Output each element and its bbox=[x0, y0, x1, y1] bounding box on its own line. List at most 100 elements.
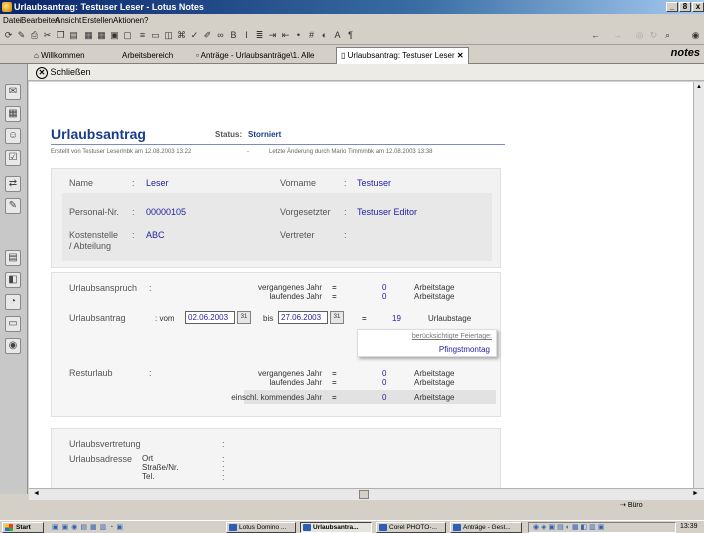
bookmark-bar: ✉ ▦ ☺ ☑ ⇄ ✎ ▤ ◧ ◔ ▭ ◉ bbox=[0, 64, 28, 494]
personal-nr-value: 00000105 bbox=[146, 207, 187, 217]
help-icon[interactable]: ◉ bbox=[690, 30, 701, 41]
paste-icon[interactable]: ▤ bbox=[68, 30, 79, 41]
anspruch-laufendes-value: 0 bbox=[382, 292, 387, 301]
tab-willkommen[interactable]: ⌂ Willkommen bbox=[30, 48, 89, 63]
bullet-icon[interactable]: • bbox=[293, 30, 304, 41]
system-tray[interactable]: ◉◈▣▤◐▦◧▥▣ bbox=[528, 522, 676, 533]
bookmark-icon[interactable]: ✎ bbox=[5, 198, 21, 214]
mail-icon[interactable]: ✉ bbox=[5, 84, 21, 100]
color-icon[interactable]: ◐ bbox=[319, 30, 330, 41]
page-icon[interactable]: ▭ bbox=[150, 30, 161, 41]
align-icon[interactable]: ≣ bbox=[254, 30, 265, 41]
rest-vergangenes-label: vergangenes Jahr bbox=[257, 369, 322, 378]
forward-arrow-icon[interactable]: → bbox=[612, 30, 623, 41]
calendar-icon[interactable]: ▦ bbox=[5, 106, 21, 122]
window-icon[interactable]: ◫ bbox=[163, 30, 174, 41]
replication-icon[interactable]: ⇄ bbox=[5, 176, 21, 192]
menu-datei[interactable]: Datei bbox=[3, 14, 22, 27]
close-action-button[interactable]: ✕ Schließen bbox=[36, 66, 91, 79]
folder-icon[interactable]: ▭ bbox=[5, 316, 21, 332]
location-indicator[interactable]: ⇢ Büro bbox=[620, 501, 643, 509]
task-antraege[interactable]: Anträge - Gest... bbox=[450, 522, 522, 533]
contacts-icon[interactable]: ☺ bbox=[5, 128, 21, 144]
action-bar: ✕ Schließen bbox=[28, 64, 704, 81]
from-date-input[interactable]: 02.06.2003 bbox=[185, 311, 235, 324]
copy-icon[interactable]: ❐ bbox=[55, 30, 66, 41]
menu-ansicht[interactable]: Ansicht bbox=[55, 14, 81, 27]
maximize-button[interactable]: 8 bbox=[679, 2, 691, 12]
scroll-left-icon[interactable]: ◄ bbox=[33, 490, 40, 497]
menu-help[interactable]: ? bbox=[144, 14, 148, 27]
scroll-up-icon[interactable]: ▲ bbox=[696, 84, 702, 90]
info-separator: - bbox=[247, 149, 249, 155]
vorname-value: Testuser bbox=[357, 178, 392, 188]
stop-icon[interactable]: ◎ bbox=[634, 30, 645, 41]
refresh-icon[interactable]: ⟳ bbox=[3, 30, 14, 41]
close-window-button[interactable]: x bbox=[692, 2, 704, 12]
tab-arbeitsbereich[interactable]: Arbeitsbereich bbox=[118, 48, 177, 63]
table-icon[interactable]: ▦ bbox=[83, 30, 94, 41]
from-date-calendar-button[interactable]: 31 bbox=[237, 311, 251, 324]
list-icon[interactable]: ≡ bbox=[137, 30, 148, 41]
search-icon[interactable]: ⌕ bbox=[662, 30, 673, 41]
horizontal-scroll-thumb[interactable] bbox=[359, 490, 369, 499]
style-icon[interactable]: ¶ bbox=[345, 30, 356, 41]
status-bar: ⇢ Büro bbox=[0, 500, 704, 512]
task-urlaubsantrag[interactable]: Urlaubsantra... bbox=[300, 522, 372, 533]
bold-icon[interactable]: B bbox=[228, 30, 239, 41]
menu-erstellen[interactable]: Erstellen bbox=[82, 14, 113, 27]
databases-icon[interactable]: ◧ bbox=[5, 272, 21, 288]
antrag-eq: = bbox=[362, 314, 367, 323]
tray-icons: ◉◈▣▤◐▦◧▥▣ bbox=[533, 524, 607, 531]
anspruch-vergangenes-label: vergangenes Jahr bbox=[257, 283, 322, 292]
notes-brand: notes bbox=[670, 47, 700, 59]
to-date-calendar-button[interactable]: 31 bbox=[330, 311, 344, 324]
task-lotus-domino[interactable]: Lotus Domino ... bbox=[226, 522, 296, 533]
number-icon[interactable]: # bbox=[306, 30, 317, 41]
menu-bearbeiten[interactable]: Bearbeiten bbox=[21, 14, 60, 27]
personal-nr-colon: : bbox=[132, 207, 135, 217]
quicklaunch-icons[interactable]: ▣▣◉▤▦▥◔▣ bbox=[52, 523, 212, 532]
rest-vergangenes-value: 0 bbox=[382, 369, 387, 378]
spell-icon[interactable]: ✓ bbox=[189, 30, 200, 41]
grid-icon[interactable]: ▦ bbox=[96, 30, 107, 41]
close-circle-icon: ✕ bbox=[36, 67, 48, 79]
history-icon[interactable]: ◔ bbox=[5, 294, 21, 310]
vacation-section: Urlaubsanspruch : vergangenes Jahr = 0 A… bbox=[51, 272, 501, 417]
favorites-icon[interactable]: ▤ bbox=[5, 250, 21, 266]
font-icon[interactable]: A bbox=[332, 30, 343, 41]
scroll-right-icon[interactable]: ► bbox=[692, 490, 699, 497]
to-date-input[interactable]: 27.06.2003 bbox=[278, 311, 328, 324]
task-corel[interactable]: Corel PHOTO-... bbox=[376, 522, 446, 533]
indent-icon[interactable]: ⇥ bbox=[267, 30, 278, 41]
menu-aktionen[interactable]: Aktionen bbox=[113, 14, 144, 27]
vertical-scrollbar[interactable]: ▲ bbox=[693, 82, 704, 488]
close-tab-icon[interactable]: ✕ bbox=[457, 51, 464, 60]
link-icon[interactable]: ∞ bbox=[215, 30, 226, 41]
todo-icon[interactable]: ☑ bbox=[5, 150, 21, 166]
outdent-icon[interactable]: ⇤ bbox=[280, 30, 291, 41]
form-icon[interactable]: ▣ bbox=[109, 30, 120, 41]
kommendes-unit: Arbeitstage bbox=[414, 393, 455, 402]
print-icon[interactable]: ⎙ bbox=[29, 30, 40, 41]
pen-icon[interactable]: ✐ bbox=[202, 30, 213, 41]
horizontal-scrollbar[interactable]: ◄ ► bbox=[29, 488, 704, 500]
window-title: Urlaubsantrag: Testuser Leser - Lotus No… bbox=[14, 2, 204, 12]
edit-icon[interactable]: ✎ bbox=[16, 30, 27, 41]
vertretung-colon: : bbox=[222, 439, 225, 449]
vorgesetzter-value: Testuser Editor bbox=[357, 207, 418, 217]
attach-icon[interactable]: ⌘ bbox=[176, 30, 187, 41]
cut-icon[interactable]: ✂ bbox=[42, 30, 53, 41]
reload-icon[interactable]: ↻ bbox=[648, 30, 659, 41]
holidays-popup: berücksichtigte Feiertage: Pfingstmontag bbox=[357, 329, 497, 357]
tab-urlaubsantrag[interactable]: ▯ Urlaubsantrag: Testuser Leser ✕ bbox=[336, 47, 469, 64]
created-info: Erstellt von Testuser Leser/nbk am 12.08… bbox=[51, 149, 192, 155]
minimize-button[interactable]: _ bbox=[666, 2, 678, 12]
rest-laufendes-unit: Arbeitstage bbox=[414, 378, 455, 387]
back-arrow-icon[interactable]: ← bbox=[590, 30, 601, 41]
tab-antraege[interactable]: ▫ Anträge - Urlaubsanträge\1. Alle bbox=[192, 48, 318, 63]
doc-icon[interactable]: ▢ bbox=[122, 30, 133, 41]
start-button[interactable]: Start bbox=[2, 522, 44, 533]
internet-icon[interactable]: ◉ bbox=[5, 338, 21, 354]
italic-icon[interactable]: I bbox=[241, 30, 252, 41]
